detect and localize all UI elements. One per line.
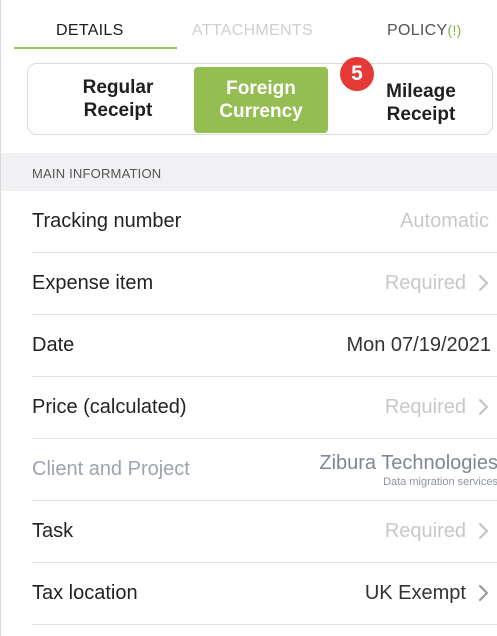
step-number-badge: 5 xyxy=(340,57,374,91)
regular-receipt-option[interactable]: Regular Receipt xyxy=(58,64,178,134)
chevron-right-icon xyxy=(478,274,490,292)
price-row[interactable]: Price (calculated) Required xyxy=(32,377,497,439)
receipt-type-selector: Regular Receipt Foreign Currency Mileage… xyxy=(27,63,493,135)
foreign-currency-line2: Currency xyxy=(219,101,303,122)
tab-policy[interactable]: POLICY(!) xyxy=(387,22,462,40)
active-tab-indicator xyxy=(14,47,177,49)
client-name-value: Zibura Technologies xyxy=(319,452,497,474)
date-value: Mon 07/19/2021 xyxy=(346,334,491,356)
mileage-receipt-line1: Mileage xyxy=(386,81,456,102)
expense-form: DETAILS ATTACHMENTS POLICY(!) Regular Re… xyxy=(0,0,497,636)
regular-receipt-line2: Receipt xyxy=(83,100,153,121)
tab-policy-label: POLICY xyxy=(387,22,448,39)
mileage-receipt-option[interactable]: Mileage Receipt xyxy=(361,68,481,138)
section-title: MAIN INFORMATION xyxy=(32,166,162,181)
task-row[interactable]: Task Required xyxy=(32,501,497,563)
price-label: Price (calculated) xyxy=(32,396,187,418)
tracking-number-row: Tracking number Automatic xyxy=(32,191,497,253)
mileage-receipt-line2: Receipt xyxy=(386,104,456,125)
tax-location-label: Tax location xyxy=(32,582,138,604)
price-value: Required xyxy=(384,396,466,418)
client-project-label: Client and Project xyxy=(32,458,190,480)
tab-attachments[interactable]: ATTACHMENTS xyxy=(192,22,313,40)
client-project-row[interactable]: Client and Project Zibura Technologies D… xyxy=(32,439,497,501)
main-information-header: MAIN INFORMATION xyxy=(1,153,497,191)
date-row[interactable]: Date Mon 07/19/2021 xyxy=(32,315,497,377)
foreign-currency-line1: Foreign xyxy=(226,78,296,99)
foreign-currency-option[interactable]: Foreign Currency xyxy=(194,67,328,133)
task-label: Task xyxy=(32,520,74,542)
chevron-right-icon xyxy=(478,584,490,602)
policy-warning-flag: (!) xyxy=(447,22,462,38)
tab-bar: DETAILS ATTACHMENTS POLICY(!) xyxy=(1,0,497,52)
expense-item-row[interactable]: Expense item Required xyxy=(32,253,497,315)
tracking-number-value: Automatic xyxy=(400,210,489,232)
tab-details[interactable]: DETAILS xyxy=(56,22,124,40)
chevron-right-icon xyxy=(478,398,490,416)
date-label: Date xyxy=(32,334,75,356)
tax-location-row[interactable]: Tax location UK Exempt xyxy=(32,563,497,625)
form-rows: Tracking number Automatic Expense item R… xyxy=(1,191,497,625)
chevron-right-icon xyxy=(478,522,490,540)
project-name-value: Data migration services xyxy=(383,476,497,488)
task-value: Required xyxy=(384,520,466,542)
expense-item-label: Expense item xyxy=(32,272,154,294)
regular-receipt-line1: Regular xyxy=(82,77,154,98)
tax-location-value: UK Exempt xyxy=(364,582,466,604)
tracking-number-label: Tracking number xyxy=(32,210,182,232)
expense-item-value: Required xyxy=(384,272,466,294)
